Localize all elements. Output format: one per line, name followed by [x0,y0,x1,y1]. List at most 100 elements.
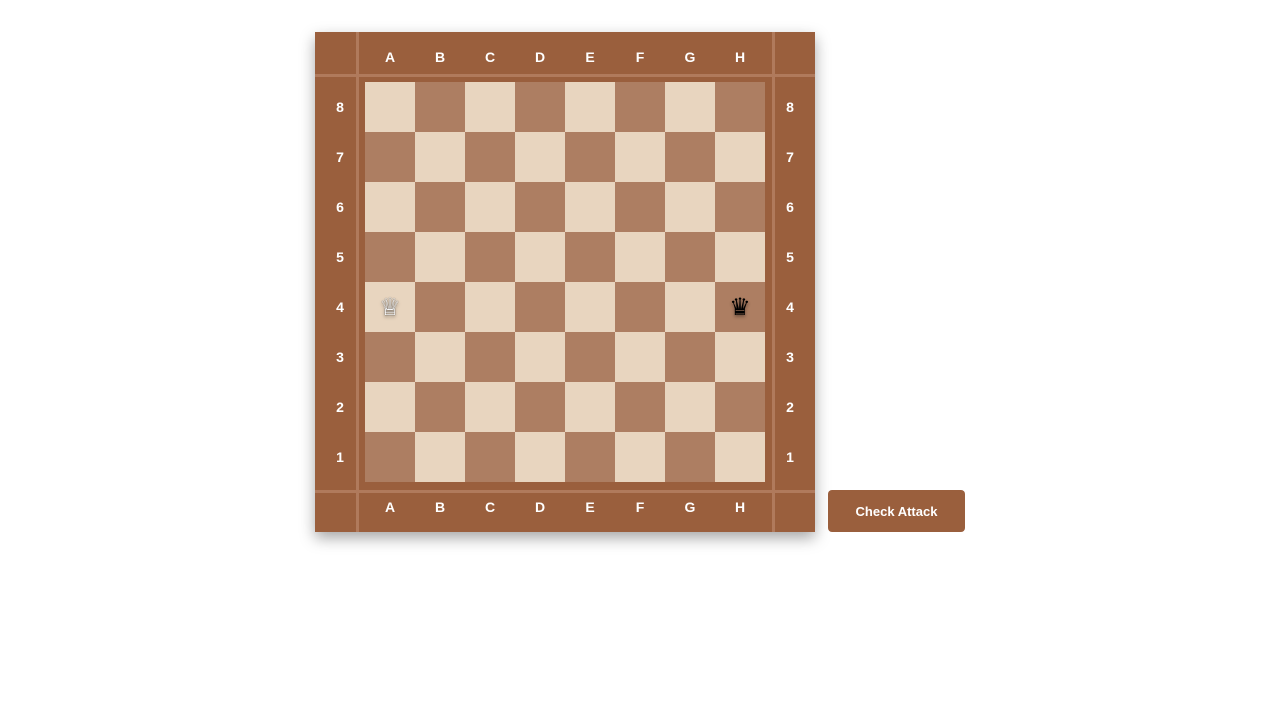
square-g6[interactable] [665,182,715,232]
square-c6[interactable] [465,182,515,232]
rank-label-right: 2 [786,399,794,415]
file-label-top: C [484,49,496,65]
rank-label-left: 4 [336,299,344,315]
square-f2[interactable] [615,382,665,432]
black-queen-icon[interactable]: ♛ [729,295,751,319]
square-d7[interactable] [515,132,565,182]
square-h7[interactable] [715,132,765,182]
square-d1[interactable] [515,432,565,482]
rank-label-left: 2 [336,399,344,415]
square-f8[interactable] [615,82,665,132]
frame-divider [315,74,815,77]
square-h2[interactable] [715,382,765,432]
square-h5[interactable] [715,232,765,282]
square-b8[interactable] [415,82,465,132]
file-label-top: B [434,49,446,65]
rank-label-left: 3 [336,349,344,365]
file-label-bottom: H [734,499,746,515]
file-label-top: E [585,49,595,65]
square-b7[interactable] [415,132,465,182]
square-h8[interactable] [715,82,765,132]
square-b6[interactable] [415,182,465,232]
file-label-bottom: G [684,499,696,515]
square-a5[interactable] [365,232,415,282]
square-g7[interactable] [665,132,715,182]
file-label-top: F [635,49,645,65]
square-f7[interactable] [615,132,665,182]
file-label-top: G [684,49,696,65]
square-d3[interactable] [515,332,565,382]
square-b3[interactable] [415,332,465,382]
square-a8[interactable] [365,82,415,132]
rank-label-left: 8 [336,99,344,115]
square-d4[interactable] [515,282,565,332]
square-c2[interactable] [465,382,515,432]
square-a1[interactable] [365,432,415,482]
check-attack-button[interactable]: Check Attack [828,490,965,532]
frame-divider [315,490,815,493]
square-h3[interactable] [715,332,765,382]
square-a6[interactable] [365,182,415,232]
square-h1[interactable] [715,432,765,482]
square-f3[interactable] [615,332,665,382]
rank-label-right: 3 [786,349,794,365]
white-queen-icon[interactable]: ♕ [379,295,401,319]
rank-label-right: 5 [786,249,794,265]
rank-label-left: 7 [336,149,344,165]
square-c5[interactable] [465,232,515,282]
square-b1[interactable] [415,432,465,482]
file-label-top: A [384,49,396,65]
rank-label-right: 6 [786,199,794,215]
square-g1[interactable] [665,432,715,482]
square-e3[interactable] [565,332,615,382]
rank-label-left: 6 [336,199,344,215]
square-a4[interactable]: ♕ [365,282,415,332]
square-c8[interactable] [465,82,515,132]
square-h6[interactable] [715,182,765,232]
square-c7[interactable] [465,132,515,182]
square-d6[interactable] [515,182,565,232]
file-label-top: H [734,49,746,65]
square-e8[interactable] [565,82,615,132]
rank-label-left: 5 [336,249,344,265]
square-g8[interactable] [665,82,715,132]
square-d5[interactable] [515,232,565,282]
square-g4[interactable] [665,282,715,332]
square-b2[interactable] [415,382,465,432]
square-e7[interactable] [565,132,615,182]
square-e6[interactable] [565,182,615,232]
square-e1[interactable] [565,432,615,482]
rank-label-right: 4 [786,299,794,315]
rank-label-right: 8 [786,99,794,115]
rank-label-left: 1 [336,449,344,465]
file-label-bottom: C [484,499,496,515]
square-d8[interactable] [515,82,565,132]
square-a2[interactable] [365,382,415,432]
square-c4[interactable] [465,282,515,332]
board-grid: ♕ ♛ [365,82,765,482]
square-f1[interactable] [615,432,665,482]
square-e2[interactable] [565,382,615,432]
square-g3[interactable] [665,332,715,382]
square-g2[interactable] [665,382,715,432]
square-h4[interactable]: ♛ [715,282,765,332]
square-f6[interactable] [615,182,665,232]
square-e4[interactable] [565,282,615,332]
file-label-bottom: B [434,499,446,515]
square-c3[interactable] [465,332,515,382]
file-label-top: D [534,49,546,65]
square-b4[interactable] [415,282,465,332]
square-d2[interactable] [515,382,565,432]
file-label-bottom: D [534,499,546,515]
square-g5[interactable] [665,232,715,282]
rank-label-right: 7 [786,149,794,165]
square-e5[interactable] [565,232,615,282]
square-c1[interactable] [465,432,515,482]
square-a3[interactable] [365,332,415,382]
square-b5[interactable] [415,232,465,282]
square-a7[interactable] [365,132,415,182]
square-f5[interactable] [615,232,665,282]
file-label-bottom: A [384,499,396,515]
file-label-bottom: F [635,499,645,515]
square-f4[interactable] [615,282,665,332]
